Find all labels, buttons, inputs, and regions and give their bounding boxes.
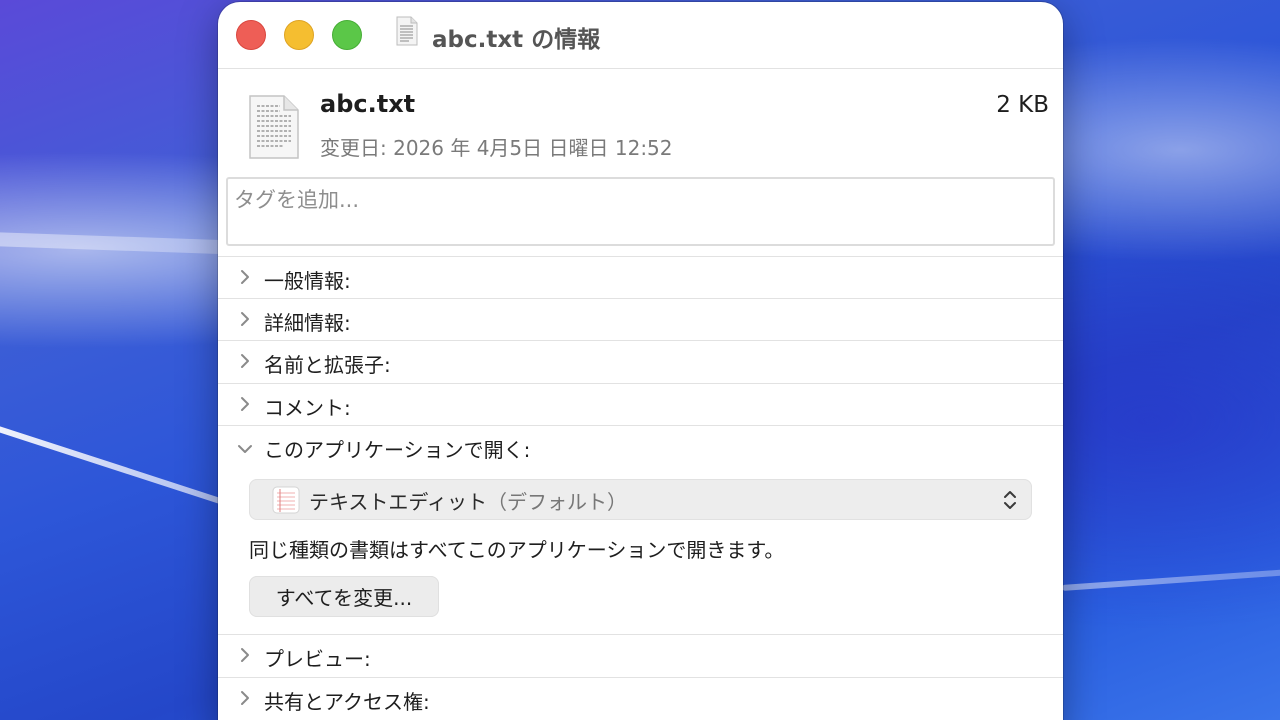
document-icon <box>249 95 299 159</box>
minimize-icon[interactable] <box>284 20 314 50</box>
document-icon <box>396 16 418 46</box>
section-general-info[interactable]: 一般情報: <box>218 256 1063 298</box>
close-icon[interactable] <box>236 20 266 50</box>
file-size: 2 KB <box>996 92 1049 118</box>
open-with-app-name: テキストエディット（デフォルト） <box>309 490 627 514</box>
section-label: プレビュー: <box>264 647 371 671</box>
title-bar: abc.txt の情報 <box>218 2 1063 69</box>
change-all-button[interactable]: すべてを変更... <box>249 576 439 617</box>
chevron-right-icon <box>241 397 249 411</box>
open-with-default-label: （デフォルト） <box>487 490 627 514</box>
section-label: 共有とアクセス権: <box>264 690 430 714</box>
wallpaper-streak <box>0 232 231 255</box>
modified-date: 変更日: 2026 年 4月5日 日曜日 12:52 <box>320 136 673 160</box>
section-preview[interactable]: プレビュー: <box>218 634 1063 676</box>
tags-input[interactable] <box>226 177 1055 246</box>
section-label: このアプリケーションで開く: <box>264 438 531 462</box>
section-name-extension[interactable]: 名前と拡張子: <box>218 340 1063 382</box>
textedit-app-icon <box>272 486 300 514</box>
section-more-info[interactable]: 詳細情報: <box>218 298 1063 340</box>
chevron-down-icon <box>238 445 252 453</box>
window-title: abc.txt の情報 <box>432 27 601 53</box>
maximize-icon[interactable] <box>332 20 362 50</box>
section-label: 詳細情報: <box>264 311 351 335</box>
chevron-right-icon <box>241 354 249 368</box>
wallpaper-streak <box>1061 568 1280 591</box>
open-with-app-select[interactable]: テキストエディット（デフォルト） <box>249 479 1032 520</box>
up-down-chevron-icon <box>1004 491 1016 509</box>
file-name: abc.txt <box>320 90 416 118</box>
chevron-right-icon <box>241 691 249 705</box>
info-window: abc.txt の情報 abc.txt 2 KB 変更日: 2026 年 4月5… <box>218 2 1063 720</box>
section-sharing-permissions[interactable]: 共有とアクセス権: <box>218 677 1063 719</box>
section-open-with[interactable]: このアプリケーションで開く: <box>218 425 1063 467</box>
wallpaper-streak <box>0 420 229 507</box>
chevron-right-icon <box>241 312 249 326</box>
chevron-right-icon <box>241 648 249 662</box>
open-with-info-text: 同じ種類の書類はすべてこのアプリケーションで開きます。 <box>249 538 785 562</box>
section-label: 名前と拡張子: <box>264 353 391 377</box>
section-label: 一般情報: <box>264 269 351 293</box>
chevron-right-icon <box>241 270 249 284</box>
section-comments[interactable]: コメント: <box>218 383 1063 425</box>
section-label: コメント: <box>264 396 351 420</box>
